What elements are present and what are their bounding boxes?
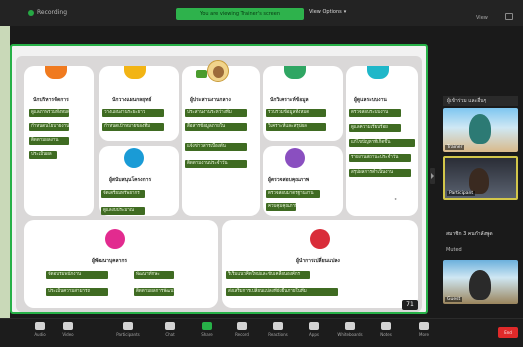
role-9-item: ริเริ่มแนวคิดใหม่และขับเคลื่อนองค์กร (226, 271, 310, 279)
avatar-badge (196, 70, 207, 78)
role-5-item: สรุปผลการดำเนินงาน (349, 169, 411, 177)
chevron-down-icon: ▾ (343, 9, 347, 15)
role-4-title: นักวิเคราะห์ข้อมูล (270, 97, 309, 103)
role-3-item: สื่อสารข้อมูลภายใน (185, 123, 247, 131)
role-3-title: ผู้ประสานงานกลาง (190, 97, 231, 103)
role-8-item: จัดอบรมพนักงาน (46, 271, 108, 279)
video-button[interactable]: Video (53, 322, 83, 337)
slide-page-number: 71 (402, 300, 418, 310)
more-button[interactable]: More (409, 322, 439, 337)
role-6-title: ผู้สนับสนุนโครงการ (109, 177, 152, 183)
reactions-button[interactable]: Reactions (263, 322, 293, 337)
end-meeting-button[interactable]: End (498, 327, 518, 338)
role-1-item: ติดตามผลงาน (29, 137, 69, 145)
role-7-item: ควบคุมคุณภาพ (266, 203, 296, 211)
participants-button[interactable]: Participants (113, 322, 143, 337)
whiteboards-button[interactable]: Whiteboards (335, 322, 365, 337)
recording-indicator[interactable]: Recording (28, 9, 67, 16)
view-toggle-label[interactable]: View (476, 15, 488, 21)
role-6-item: จัดเตรียมทรัพยากร (101, 190, 145, 198)
role-8-item: ติดตามผลการพัฒนา (134, 288, 174, 296)
view-options-label: View Options (309, 9, 342, 15)
participant-figure (469, 114, 491, 144)
apps-button[interactable]: Apps (299, 322, 329, 337)
window-edge (0, 26, 10, 318)
record-icon (237, 322, 247, 330)
whiteboard-icon (345, 322, 355, 330)
role-6-tab (124, 148, 144, 168)
role-5-item: แก้ไขปัญหาที่เกิดขึ้น (349, 139, 415, 147)
more-icon (419, 322, 429, 330)
recording-label: Recording (37, 9, 68, 16)
role-9-tab (310, 229, 330, 249)
participants-icon (123, 322, 133, 330)
role-5-item: ตรวจสอบระบบงาน (349, 109, 401, 117)
microphone-icon (35, 322, 45, 330)
role-1-item: ประเมินผล (29, 151, 57, 159)
share-button[interactable]: Share (192, 322, 222, 337)
chat-icon (165, 322, 175, 330)
mic-status: Muted (446, 247, 462, 253)
screen-share-banner: You are viewing Trainer's screen (176, 8, 304, 20)
video-camera-icon (63, 322, 73, 330)
role-9-item: ส่งเสริมการเปลี่ยนแปลงที่ยั่งยืนภายในทีม (226, 288, 338, 296)
reactions-icon (273, 322, 283, 330)
audio-button[interactable]: Audio (25, 322, 55, 337)
role-5-item: รายงานสถานะประจำวัน (349, 154, 411, 162)
role-3-item: ประสานงานระหว่างทีม (185, 109, 247, 117)
role-2-title: นักวางแผนกลยุทธ์ (112, 97, 152, 103)
participant-name: Trainer (445, 145, 465, 150)
role-6-item: ดูแลงบประมาณ (101, 207, 145, 215)
more-dot: • (394, 197, 398, 203)
role-8-item: พัฒนาทักษะ (134, 271, 174, 279)
role-2-item: กำหนดเป้าหมายของทีม (102, 123, 164, 131)
apps-icon (309, 322, 319, 330)
record-button[interactable]: Record (227, 322, 257, 337)
recording-dot-icon (28, 9, 34, 16)
role-8-tab (105, 229, 125, 249)
view-options-button[interactable]: View Options ▾ (309, 9, 346, 15)
video-tile[interactable]: Trainer (443, 108, 518, 152)
speaking-status: สมาชิก 3 คนกำลังพูด (446, 231, 493, 237)
video-tile[interactable]: Guest (443, 260, 518, 304)
role-8-item: ประเมินความสามารถ (46, 288, 108, 296)
role-5-item: ดูแลความเรียบร้อย (349, 124, 401, 132)
role-4-item: วิเคราะห์และสรุปผล (266, 123, 326, 131)
role-7-title: ผู้ตรวจสอบคุณภาพ (268, 177, 310, 183)
role-2-item: วางแผนงานระยะยาว (102, 109, 164, 117)
meeting-topbar: Recording You are viewing Trainer's scre… (0, 0, 523, 26)
role-5-title: ผู้ดูแลระบบงาน (354, 97, 387, 103)
role-7-item: ตรวจสอบมาตรฐานงาน (266, 190, 320, 198)
role-3-item: แจ้งข่าวสารเบื้องต้น (185, 143, 247, 151)
role-1-title: นักบริหารจัดการ (33, 97, 69, 103)
notes-icon (381, 322, 391, 330)
trainer-avatar (207, 60, 229, 82)
gallery-header[interactable]: ผู้เข้าร่วม และอื่นๆ (443, 96, 518, 106)
role-1-item: กำหนดนโยบายงาน (29, 123, 69, 131)
notes-button[interactable]: Notes (371, 322, 401, 337)
role-1-item: ดูแลภาพรวมทั้งหมด (29, 109, 69, 117)
role-card (182, 66, 260, 216)
participant-name: Guest (445, 297, 463, 302)
role-8-title: ผู้พัฒนาบุคลากร (92, 258, 128, 264)
active-speaker-tile[interactable]: Participant (443, 156, 518, 200)
role-3-item: ติดตามงานประจำวัน (185, 160, 247, 168)
role-9-title: ผู้นำการเปลี่ยนแปลง (296, 258, 340, 264)
collapse-gallery-button[interactable] (430, 168, 435, 184)
role-4-item: รวบรวมข้อมูลทั้งหมด (266, 109, 326, 117)
chat-button[interactable]: Chat (155, 322, 185, 337)
share-screen-icon (202, 322, 212, 330)
participant-figure (469, 270, 491, 300)
participant-name: Participant (447, 191, 476, 196)
role-7-tab (285, 148, 305, 168)
layout-icon[interactable] (505, 13, 513, 20)
